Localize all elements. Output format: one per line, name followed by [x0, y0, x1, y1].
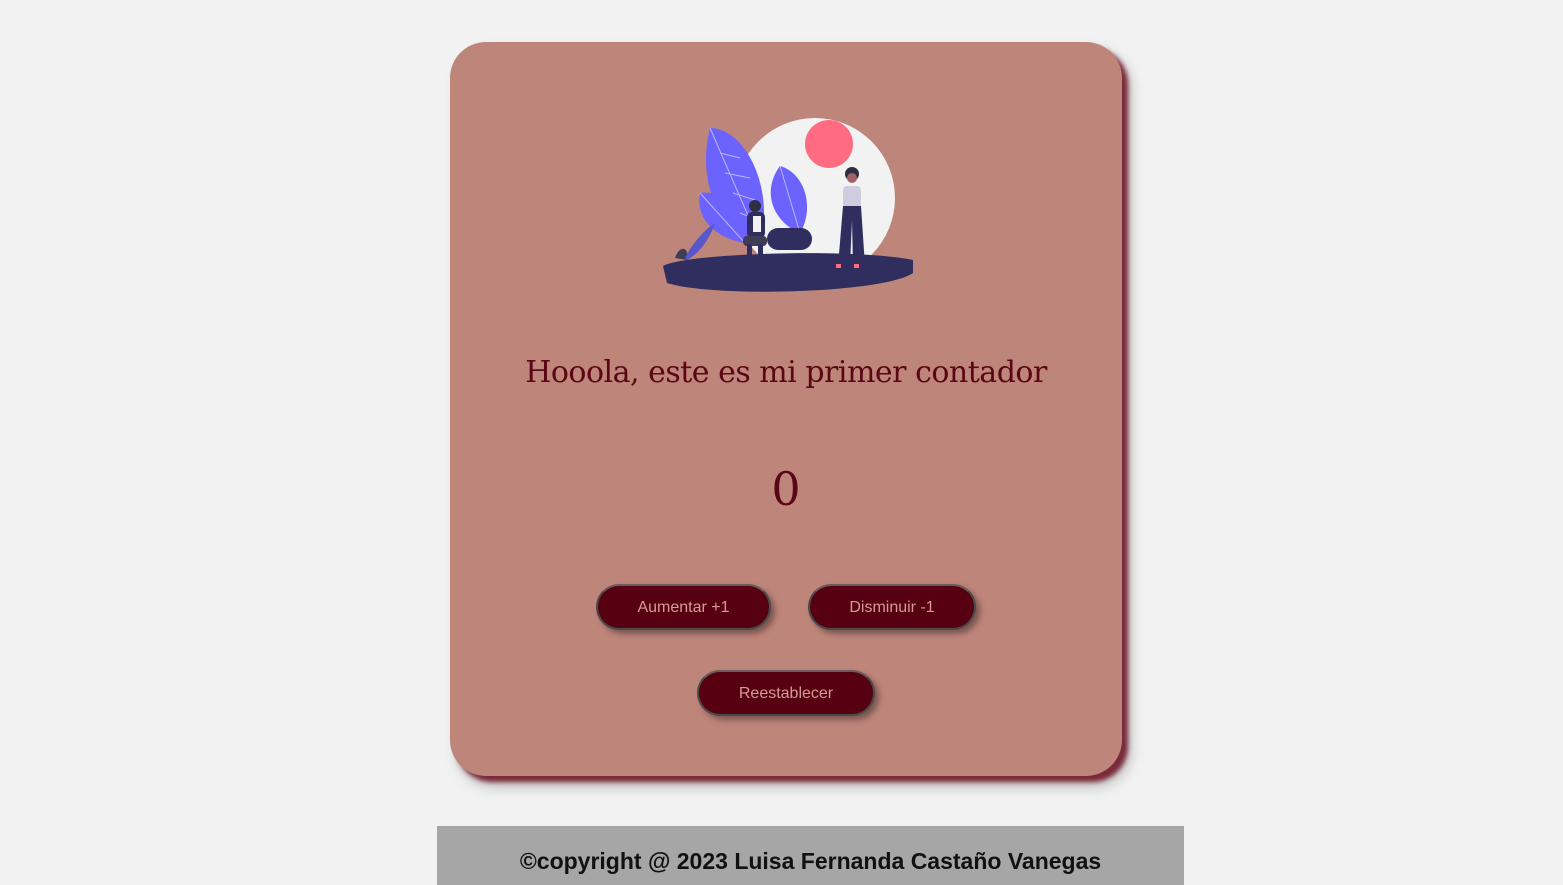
decrement-button[interactable]: Disminuir -1 [808, 584, 976, 630]
people-with-plants-illustration-icon [663, 118, 913, 292]
reset-button[interactable]: Reestablecer [697, 670, 875, 716]
increment-button[interactable]: Aumentar +1 [596, 584, 771, 630]
page-title: Hooola, este es mi primer contador [525, 355, 1047, 390]
footer: ©copyright @ 2023 Luisa Fernanda Castaño… [437, 826, 1184, 885]
counter-card: Hooola, este es mi primer contador 0 Aum… [450, 42, 1122, 776]
counter-value: 0 [771, 462, 801, 516]
copyright-text: ©copyright @ 2023 Luisa Fernanda Castaño… [519, 848, 1102, 874]
